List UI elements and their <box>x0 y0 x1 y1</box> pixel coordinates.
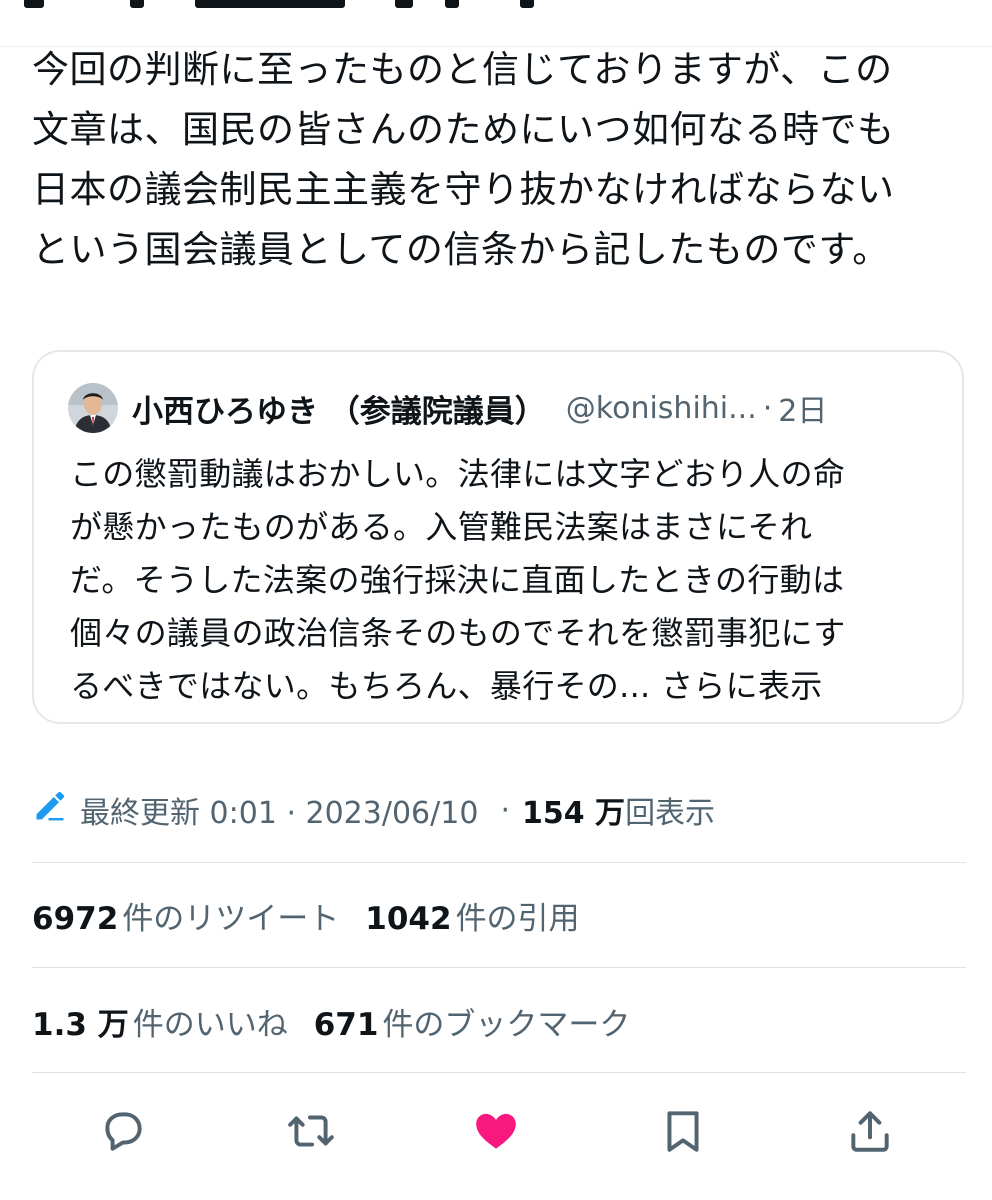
likes-label: 件のいいね <box>132 1006 288 1043</box>
meta-separator: · <box>500 792 510 828</box>
quotes-count: 1042 <box>365 900 452 937</box>
retweet-icon <box>288 1115 334 1147</box>
bookmarks-stat[interactable]: 671 件のブックマーク <box>314 999 631 1044</box>
share-icon <box>851 1111 889 1152</box>
bookmarks-count: 671 <box>313 1006 379 1043</box>
share-button[interactable] <box>845 1106 895 1156</box>
like-button[interactable] <box>471 1106 521 1156</box>
reply-button[interactable] <box>98 1106 148 1156</box>
tweet-detail-page: 今回の判断に至ったものと信じておりますが、この 文章は、国民の皆さんのためにいつ… <box>0 0 992 1200</box>
quoted-author-name[interactable]: 小西ひろゆき （参議院議員） <box>132 386 546 431</box>
quoted-author-handle[interactable]: @konishihi... <box>566 391 757 426</box>
retweet-button[interactable] <box>286 1106 336 1156</box>
likes-stat[interactable]: 1.3 万 件のいいね <box>32 999 288 1044</box>
views-label: 回表示 <box>625 796 716 831</box>
divider <box>32 1072 966 1073</box>
tweet-text: 今回の判断に至ったものと信じておりますが、この 文章は、国民の皆さんのためにいつ… <box>32 48 895 271</box>
quotes-stat[interactable]: 1042 件の引用 <box>365 893 579 938</box>
likes-count: 1.3 万 <box>32 1006 129 1043</box>
quoted-tweet-header: 小西ひろゆき （参議院議員） @konishihi... · 2日 <box>68 382 827 434</box>
action-bar <box>0 1098 992 1162</box>
quotes-label: 件の引用 <box>455 900 580 937</box>
header-separator: · <box>762 390 773 426</box>
quoted-tweet-card[interactable]: 小西ひろゆき （参議院議員） @konishihi... · 2日 この懲罰動議… <box>32 350 964 724</box>
last-updated[interactable]: 最終更新 0:01 · 2023/06/10 <box>80 788 478 832</box>
edit-icon[interactable] <box>32 788 80 832</box>
divider <box>32 862 966 863</box>
views-count: 154 万 <box>521 796 626 831</box>
quoted-tweet-time[interactable]: 2日 <box>778 386 827 430</box>
heart-icon <box>476 1113 516 1149</box>
tweet-meta: 最終更新 0:01 · 2023/06/10 · 154 万 回表示 <box>32 786 715 834</box>
bookmark-button[interactable] <box>658 1106 708 1156</box>
divider <box>32 967 966 968</box>
stats-row-likes: 1.3 万 件のいいね 671 件のブックマーク <box>32 996 656 1046</box>
stats-row-retweets: 6972 件のリツイート 1042 件の引用 <box>32 890 606 940</box>
show-more-link[interactable]: さらに表示 <box>651 667 823 705</box>
avatar[interactable] <box>68 383 118 433</box>
retweets-count: 6972 <box>32 900 119 937</box>
quoted-tweet-text: この懲罰動議はおかしい。法律には文字どおり人の命 が懸かったものがある。入管難民… <box>70 448 940 713</box>
reply-icon <box>105 1112 142 1151</box>
retweets-stat[interactable]: 6972 件のリツイート <box>32 893 339 938</box>
bookmark-icon <box>667 1111 699 1152</box>
retweets-label: 件のリツイート <box>122 900 340 937</box>
bookmarks-label: 件のブックマーク <box>382 1006 631 1043</box>
